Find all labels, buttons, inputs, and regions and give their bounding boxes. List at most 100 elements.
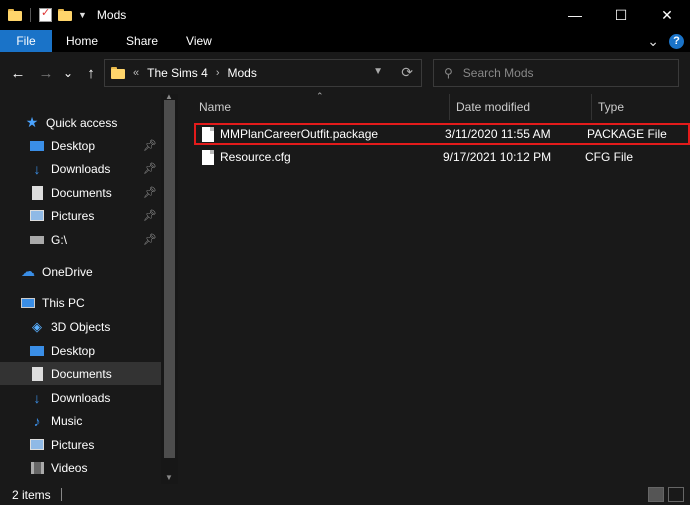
- tab-view[interactable]: View: [172, 30, 226, 52]
- column-header-name[interactable]: ⌃ Name: [182, 91, 450, 120]
- column-header-type[interactable]: Type: [592, 94, 690, 120]
- nav-label: OneDrive: [42, 264, 93, 279]
- search-icon: ⚲: [444, 66, 453, 80]
- documents-icon: [29, 366, 45, 382]
- quick-access-toolbar: ▼: [0, 6, 87, 22]
- expand-ribbon-icon[interactable]: ⌄: [647, 33, 659, 50]
- computer-icon: [20, 295, 36, 311]
- view-toggle: [648, 487, 684, 502]
- drive-icon: [29, 232, 45, 248]
- nav-label: Desktop: [51, 343, 96, 358]
- file-type: CFG File: [585, 150, 633, 164]
- file-date: 3/11/2020 11:55 AM: [445, 127, 551, 141]
- up-arrow-icon[interactable]: ↑: [80, 62, 102, 84]
- forward-arrow-icon[interactable]: →: [34, 62, 58, 84]
- nav-pc-3d-objects[interactable]: ◈ 3D Objects: [0, 315, 161, 338]
- music-note-icon: ♪: [33, 412, 41, 429]
- tab-file[interactable]: File: [0, 30, 52, 52]
- nav-label: Videos: [51, 460, 88, 475]
- film-icon: [29, 460, 45, 476]
- status-bar: 2 items: [0, 484, 690, 505]
- nav-pc-pictures[interactable]: Pictures: [0, 433, 161, 456]
- nav-this-pc[interactable]: This PC: [0, 291, 161, 314]
- refresh-icon[interactable]: ⟳: [401, 64, 413, 81]
- navigation-scrollbar[interactable]: ▲ ▼: [161, 92, 178, 484]
- window-title: Mods: [96, 8, 127, 22]
- details-view-icon[interactable]: [648, 487, 664, 502]
- item-count: 2 items: [12, 487, 51, 502]
- pin-icon[interactable]: 📌︎: [143, 209, 157, 222]
- nav-label: Desktop: [51, 138, 96, 153]
- scroll-down-icon[interactable]: ▼: [165, 473, 173, 482]
- new-folder-icon[interactable]: [58, 9, 72, 21]
- breadcrumb-mods[interactable]: Mods: [227, 66, 256, 80]
- column-headers: ⌃ Name Date modified Type: [182, 91, 690, 120]
- pin-icon[interactable]: 📌︎: [143, 186, 157, 199]
- nav-pc-documents[interactable]: Documents: [0, 362, 161, 385]
- column-label: Type: [598, 100, 625, 114]
- nav-quick-g-drive[interactable]: G:\ 📌︎: [0, 228, 161, 251]
- breadcrumb-overflow[interactable]: «: [133, 67, 139, 79]
- help-icon[interactable]: ?: [669, 33, 684, 49]
- back-arrow-icon[interactable]: ←: [6, 62, 30, 84]
- file-row[interactable]: MMPlanCareerOutfit.package 3/11/2020 11:…: [194, 123, 690, 145]
- pin-icon[interactable]: 📌︎: [143, 162, 157, 175]
- star-icon: ★: [25, 114, 39, 130]
- folder-icon: [111, 67, 125, 79]
- status-divider: [60, 488, 62, 501]
- ribbon-tabs: File Home Share View ⌄ ?: [0, 30, 690, 52]
- nav-label: This PC: [42, 295, 85, 310]
- column-label: Date modified: [456, 100, 531, 114]
- column-header-date[interactable]: Date modified: [450, 94, 592, 120]
- sort-ascending-icon: ⌃: [316, 91, 324, 101]
- nav-onedrive[interactable]: ☁ OneDrive: [0, 260, 161, 283]
- file-icon: [202, 149, 214, 165]
- tab-share[interactable]: Share: [112, 30, 172, 52]
- nav-label: Downloads: [51, 390, 111, 405]
- nav-pc-videos[interactable]: Videos: [0, 456, 161, 479]
- file-date: 9/17/2021 10:12 PM: [443, 150, 552, 164]
- nav-label: 3D Objects: [51, 319, 111, 334]
- nav-label: Pictures: [51, 437, 95, 452]
- breadcrumb-separator[interactable]: ›: [216, 67, 220, 79]
- recent-locations-icon[interactable]: ⌄: [60, 62, 76, 84]
- nav-quick-pictures[interactable]: Pictures 📌︎: [0, 204, 161, 227]
- file-list: ⌃ Name Date modified Type MMPlanCareerOu…: [182, 91, 690, 484]
- file-name: Resource.cfg: [220, 150, 291, 164]
- properties-icon[interactable]: [39, 6, 52, 22]
- nav-quick-documents[interactable]: Documents 📌︎: [0, 181, 161, 204]
- pin-icon[interactable]: 📌︎: [143, 139, 157, 152]
- customize-toolbar-icon[interactable]: ▼: [78, 10, 87, 20]
- nav-quick-downloads[interactable]: ↓ Downloads 📌︎: [0, 157, 161, 180]
- desktop-icon: [29, 343, 45, 359]
- nav-quick-access[interactable]: ★ Quick access: [0, 111, 161, 134]
- nav-label: Documents: [51, 185, 112, 200]
- pin-icon[interactable]: 📌︎: [143, 233, 157, 246]
- nav-quick-desktop[interactable]: Desktop 📌︎: [0, 134, 161, 157]
- file-type: PACKAGE File: [587, 127, 667, 141]
- nav-pc-downloads[interactable]: ↓ Downloads: [0, 386, 161, 409]
- scrollbar-thumb[interactable]: [164, 100, 175, 458]
- nav-label: Music: [51, 413, 83, 428]
- close-button[interactable]: ✕: [644, 0, 690, 30]
- large-icons-view-icon[interactable]: [668, 487, 684, 502]
- nav-pc-music[interactable]: ♪ Music: [0, 409, 161, 432]
- column-label: Name: [199, 100, 232, 114]
- address-bar[interactable]: « The Sims 4 › Mods ▼ ⟳: [104, 59, 422, 87]
- nav-label: Pictures: [51, 208, 95, 223]
- minimize-button[interactable]: —: [552, 0, 598, 30]
- nav-pc-desktop[interactable]: Desktop: [0, 339, 161, 362]
- search-box[interactable]: ⚲: [433, 59, 679, 87]
- desktop-icon: [29, 138, 45, 154]
- download-icon: ↓: [33, 389, 41, 406]
- file-name: MMPlanCareerOutfit.package: [220, 127, 379, 141]
- tab-home[interactable]: Home: [52, 30, 112, 52]
- search-input[interactable]: [462, 66, 663, 80]
- file-row[interactable]: Resource.cfg 9/17/2021 10:12 PM CFG File: [194, 146, 690, 168]
- nav-label: Quick access: [46, 115, 118, 130]
- address-dropdown-icon[interactable]: ▼: [373, 66, 383, 77]
- folder-icon[interactable]: [8, 9, 22, 21]
- cloud-icon: ☁: [21, 263, 35, 279]
- breadcrumb-the-sims-4[interactable]: The Sims 4: [147, 66, 208, 80]
- maximize-button[interactable]: ☐: [598, 0, 644, 30]
